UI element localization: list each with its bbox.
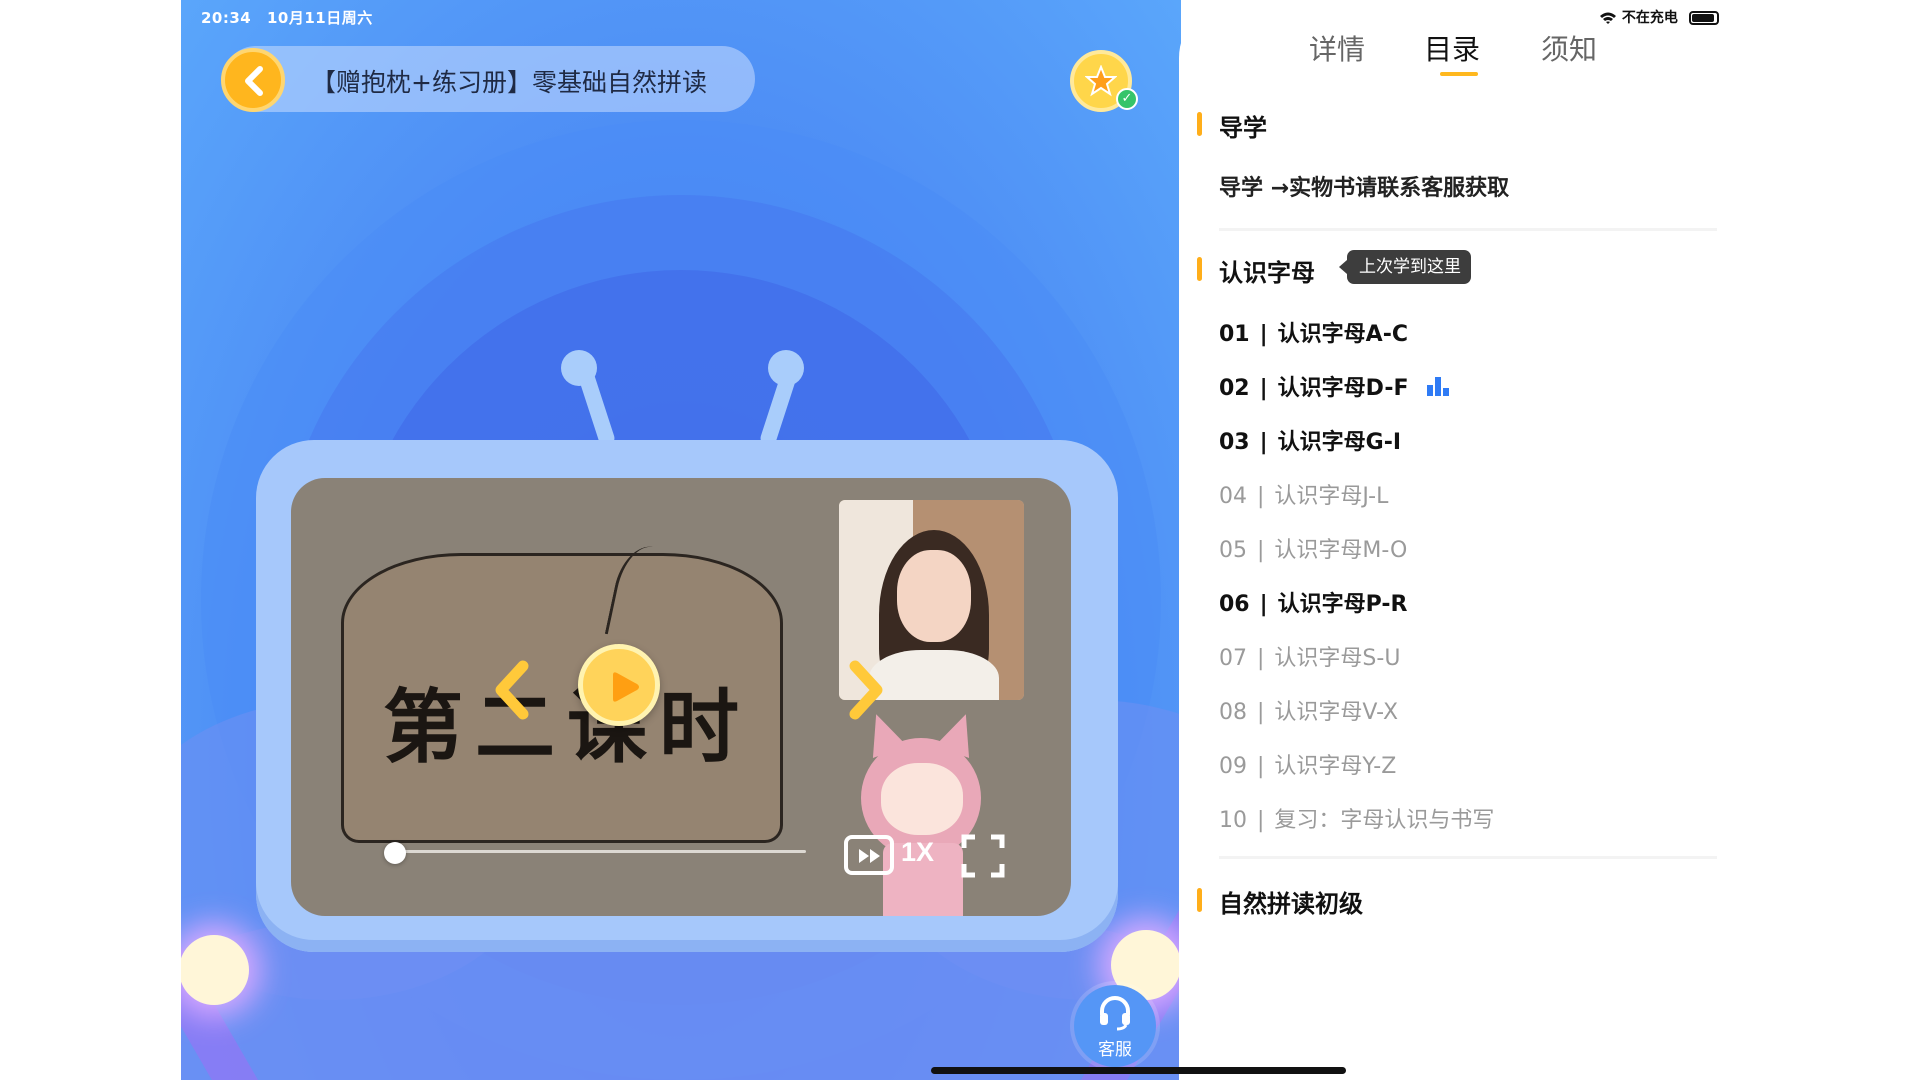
battery-icon bbox=[1688, 11, 1719, 25]
section-marker bbox=[1197, 112, 1202, 136]
tab-active-indicator bbox=[1440, 72, 1478, 76]
battery-fill bbox=[1691, 14, 1714, 22]
section-marker bbox=[1197, 888, 1202, 912]
next-button[interactable] bbox=[839, 660, 889, 720]
lesson-number: 03 bbox=[1219, 430, 1250, 455]
chevron-right-icon bbox=[849, 660, 883, 720]
status-time: 20:34 bbox=[201, 9, 252, 27]
lesson-number: 04 bbox=[1219, 484, 1247, 509]
check-icon: ✓ bbox=[1116, 88, 1138, 110]
back-button[interactable] bbox=[221, 48, 285, 112]
lesson-item[interactable]: 09 | 认识字母Y-Z bbox=[1219, 748, 1396, 780]
now-playing-icon bbox=[1427, 377, 1450, 396]
lesson-item[interactable]: 05 | 认识字母M-O bbox=[1219, 532, 1407, 564]
mascot-face bbox=[881, 763, 963, 835]
lesson-item[interactable]: 01 | 认识字母A-C bbox=[1219, 316, 1408, 348]
tab-details[interactable]: 详情 bbox=[1309, 28, 1365, 68]
section-divider bbox=[1219, 228, 1717, 231]
lesson-item[interactable]: 07 | 认识字母S-U bbox=[1219, 640, 1400, 672]
section-title-letters[interactable]: 认识字母 bbox=[1219, 253, 1315, 288]
progress-knob[interactable] bbox=[384, 842, 406, 864]
lesson-title: 认识字母A-C bbox=[1277, 322, 1408, 347]
lesson-item[interactable]: 10 | 复习：字母认识与书写 bbox=[1219, 802, 1494, 834]
lesson-item[interactable]: 02 | 认识字母D-F bbox=[1219, 370, 1450, 402]
tab-bar: 详情 目录 须知 bbox=[1179, 28, 1739, 88]
status-bar-left: 20:34 10月11日周六 bbox=[201, 7, 383, 28]
status-date: 10月11日周六 bbox=[266, 9, 373, 27]
fast-forward-icon bbox=[844, 835, 894, 875]
lesson-title: 认识字母P-R bbox=[1277, 592, 1408, 617]
guide-item[interactable]: 导学 →实物书请联系客服获取 bbox=[1219, 170, 1509, 202]
tv-antenna-ball bbox=[768, 350, 804, 386]
charging-status: 不在充电 bbox=[1621, 10, 1678, 26]
chevron-left-icon bbox=[495, 660, 529, 720]
lesson-number: 01 bbox=[1219, 322, 1250, 347]
lesson-item[interactable]: 03 | 认识字母G-I bbox=[1219, 424, 1401, 456]
tab-notes[interactable]: 须知 bbox=[1541, 28, 1597, 68]
lesson-item[interactable]: 06 | 认识字母P-R bbox=[1219, 586, 1407, 618]
lesson-title: 认识字母V-X bbox=[1274, 700, 1399, 725]
lesson-title: 认识字母Y-Z bbox=[1274, 754, 1397, 779]
sign-string bbox=[604, 540, 684, 647]
chevron-left-icon bbox=[245, 66, 263, 96]
lesson-title: 认识字母M-O bbox=[1274, 538, 1408, 563]
playback-speed-button[interactable]: 1X bbox=[844, 835, 954, 875]
lesson-number: 08 bbox=[1219, 700, 1247, 725]
lesson-number: 02 bbox=[1219, 376, 1250, 401]
lesson-number: 05 bbox=[1219, 538, 1247, 563]
slide-text: 第二课时 bbox=[383, 680, 751, 774]
lesson-number: 10 bbox=[1219, 808, 1247, 833]
lesson-title: 认识字母D-F bbox=[1277, 376, 1409, 401]
customer-service-label: 客服 bbox=[1098, 1040, 1132, 1060]
status-bar-right: 不在充电 bbox=[1599, 7, 1719, 27]
section-title-phonics-basic[interactable]: 自然拼读初级 bbox=[1219, 884, 1363, 919]
section-divider bbox=[1219, 856, 1717, 859]
previous-button[interactable] bbox=[489, 660, 539, 720]
lesson-title: 认识字母J-L bbox=[1274, 484, 1389, 509]
lesson-title: 认识字母G-I bbox=[1277, 430, 1402, 455]
star-icon bbox=[1085, 65, 1117, 97]
lesson-item[interactable]: 08 | 认识字母V-X bbox=[1219, 694, 1398, 726]
tab-catalog[interactable]: 目录 bbox=[1424, 28, 1480, 68]
last-studied-badge: 上次学到这里 bbox=[1339, 250, 1471, 284]
spotlight-left bbox=[181, 935, 249, 1005]
lesson-number: 06 bbox=[1219, 592, 1250, 617]
app-screen: 20:34 10月11日周六 【赠抱枕+练习册】零基础自然拼读 ✓ 第二课时 1… bbox=[181, 0, 1739, 1080]
course-title: 【赠抱枕+练习册】零基础自然拼读 bbox=[311, 68, 707, 97]
fullscreen-button[interactable] bbox=[961, 834, 1005, 878]
lesson-title: 认识字母S-U bbox=[1274, 646, 1401, 671]
play-button[interactable] bbox=[578, 644, 660, 726]
headset-icon bbox=[1100, 996, 1130, 1031]
customer-service-button[interactable]: 客服 bbox=[1074, 985, 1156, 1067]
mascot-character bbox=[851, 708, 991, 916]
lesson-number: 07 bbox=[1219, 646, 1247, 671]
fullscreen-icon bbox=[961, 834, 1005, 878]
play-icon bbox=[613, 672, 639, 702]
playback-speed-label: 1X bbox=[901, 837, 935, 867]
wifi-icon bbox=[1600, 12, 1616, 24]
lesson-number: 09 bbox=[1219, 754, 1247, 779]
home-indicator[interactable] bbox=[931, 1067, 1346, 1074]
progress-track[interactable] bbox=[391, 850, 806, 853]
lesson-title: 复习：字母认识与书写 bbox=[1274, 808, 1495, 833]
lesson-item[interactable]: 04 | 认识字母J-L bbox=[1219, 478, 1388, 510]
course-catalog-panel: 不在充电 详情 目录 须知 导学 导学 →实物书请联系客服获取 认识字母 上次学… bbox=[1179, 0, 1739, 1080]
section-marker bbox=[1197, 257, 1202, 281]
video-screen[interactable]: 第二课时 1X bbox=[291, 478, 1071, 916]
teacher-face bbox=[897, 550, 971, 642]
tv-antenna-ball bbox=[561, 350, 597, 386]
section-title-guide[interactable]: 导学 bbox=[1219, 108, 1267, 143]
video-player-area: 20:34 10月11日周六 【赠抱枕+练习册】零基础自然拼读 ✓ 第二课时 1… bbox=[181, 0, 1181, 1080]
